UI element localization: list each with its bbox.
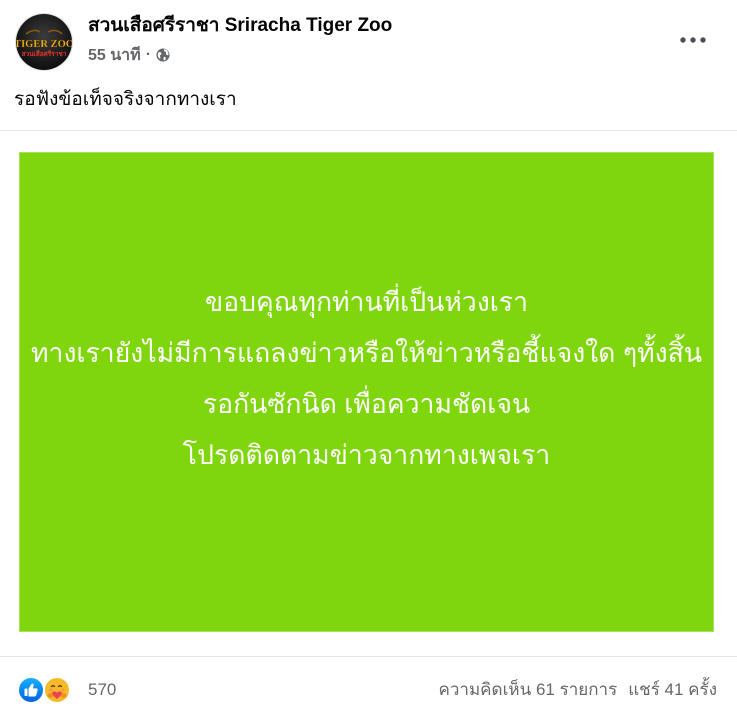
reaction-count[interactable]: 570 xyxy=(88,678,116,702)
image-text-line: โปรดติดตามข่าวจากทางเพจเรา xyxy=(182,440,551,470)
post-image[interactable]: ขอบคุณทุกท่านที่เป็นห่วงเรา ทางเรายังไม่… xyxy=(19,152,714,632)
divider-top xyxy=(0,130,737,131)
separator-dot: · xyxy=(145,46,152,63)
more-options-button[interactable] xyxy=(676,29,710,51)
image-text-line: ขอบคุณทุกท่านที่เป็นห่วงเรา xyxy=(204,287,528,317)
like-icon xyxy=(17,676,45,704)
page-avatar[interactable]: TIGER ZOO สวนเสือศรีราชา xyxy=(16,14,72,70)
care-icon xyxy=(43,676,71,704)
image-text-line: ทางเรายังไม่มีการแถลงข่าวหรือให้ข่าวหรือ… xyxy=(31,338,702,368)
more-options-icon xyxy=(680,37,706,43)
post-message: รอฟังข้อเท็จจริงจากทางเรา xyxy=(14,89,237,110)
logo-subtext: สวนเสือศรีราชา xyxy=(22,50,67,58)
post-meta: 55 นาที · xyxy=(88,44,170,66)
globe-icon[interactable] xyxy=(156,48,170,62)
image-text-line: รอกันซักนิด เพื่อความชัดเจน xyxy=(202,389,531,419)
reaction-icons[interactable] xyxy=(17,676,77,704)
tiger-zoo-logo: TIGER ZOO สวนเสือศรีราชา xyxy=(16,29,72,58)
post-timestamp[interactable]: 55 นาที xyxy=(88,43,141,68)
image-text-block: ขอบคุณทุกท่านที่เป็นห่วงเรา ทางเรายังไม่… xyxy=(19,277,714,481)
comments-count[interactable]: ความคิดเห็น 61 รายการ xyxy=(439,678,618,702)
shares-count[interactable]: แชร์ 41 ครั้ง xyxy=(628,678,717,702)
engagement-stats: ความคิดเห็น 61 รายการ แชร์ 41 ครั้ง xyxy=(439,678,717,702)
divider-bottom xyxy=(0,656,737,657)
logo-text: TIGER ZOO xyxy=(16,39,72,50)
page-name[interactable]: สวนเสือศรีราชา Sriracha Tiger Zoo xyxy=(88,13,392,39)
